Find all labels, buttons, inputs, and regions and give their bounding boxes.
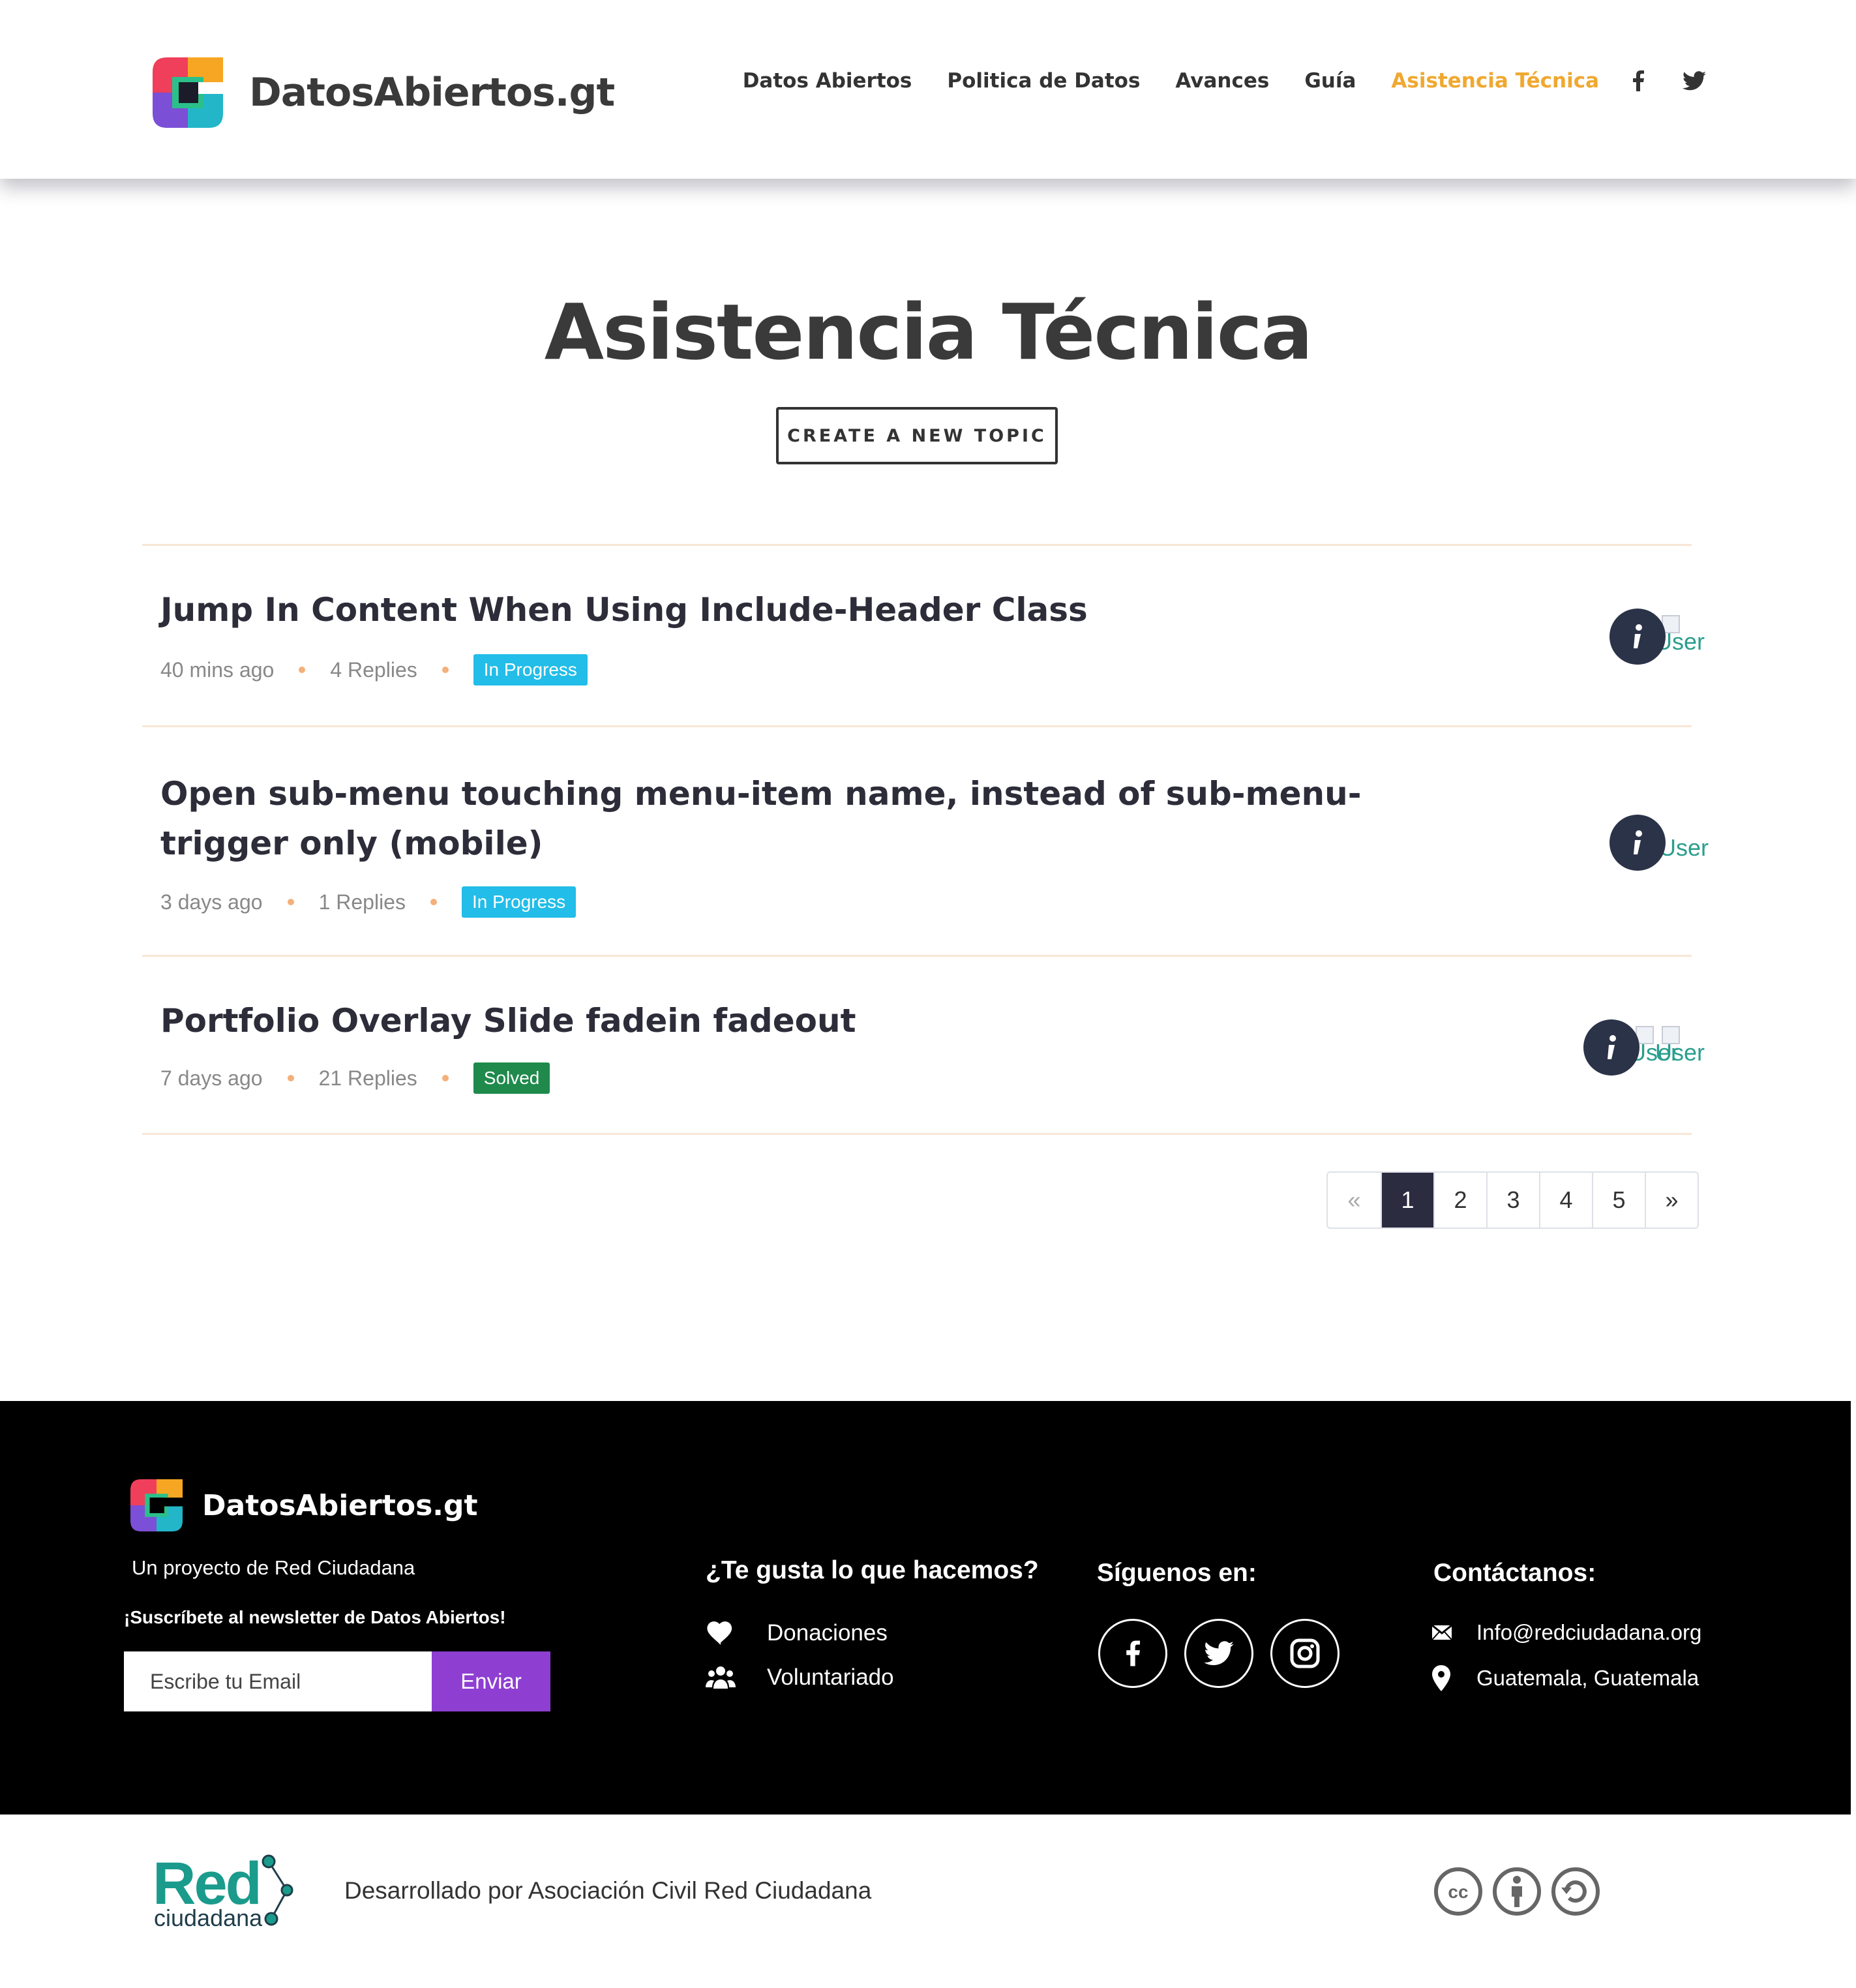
attribution-icon [1493,1867,1541,1916]
create-new-topic-button[interactable]: CREATE A NEW TOPIC [776,407,1058,464]
newsletter-submit-button[interactable]: Enviar [432,1651,550,1711]
license-badges[interactable]: cc [1433,1867,1609,1916]
users-icon [706,1663,736,1693]
topic-replies[interactable]: 4 Replies [330,658,417,682]
topic-meta: 3 days ago 1 Replies In Progress [160,886,576,918]
donaciones-link[interactable]: Donaciones [706,1611,894,1655]
topic-avatars: User [1609,609,1705,665]
like-links: Donaciones Voluntariado [706,1611,894,1700]
facebook-icon[interactable] [1625,68,1651,94]
meta-separator [430,899,437,905]
topic-title[interactable]: Open sub-menu touching menu-item name, i… [160,769,1399,868]
instagram-icon[interactable] [1270,1619,1340,1688]
topic-meta: 40 mins ago 4 Replies In Progress [160,654,588,685]
footer-social [1098,1619,1356,1688]
newsletter-label: ¡Suscríbete al newsletter de Datos Abier… [124,1607,506,1627]
info-avatar-icon[interactable] [1609,609,1666,665]
contact-location-label: Guatemala, Guatemala [1476,1666,1699,1690]
site-footer: DatosAbiertos.gt Un proyecto de Red Ciud… [0,1401,1851,1815]
twitter-icon[interactable] [1681,68,1707,94]
share-alike-icon [1551,1867,1600,1916]
nav-politica-de-datos[interactable]: Politica de Datos [947,69,1140,93]
footer-subtitle: Un proyecto de Red Ciudadana [132,1556,415,1579]
nav-guia[interactable]: Guía [1304,69,1356,93]
logo-text: DatosAbiertos.gt [249,70,615,115]
heart-icon [706,1618,736,1648]
nav-asistencia-tecnica[interactable]: Asistencia Técnica [1391,69,1599,93]
avatar-alt-text: User [1655,1039,1705,1066]
broken-avatar-image: User [1655,1026,1705,1066]
red-ciudadana-logo-sub: ciudadana [154,1905,263,1931]
topic-row: Jump In Content When Using Include-Heade… [142,544,1705,725]
contact-location: Guatemala, Guatemala [1432,1655,1701,1701]
pagination-page-5[interactable]: 5 [1592,1173,1645,1227]
voluntariado-label: Voluntariado [767,1664,894,1690]
main-nav: Datos Abiertos Politica de Datos Avances… [708,68,1707,94]
twitter-icon[interactable] [1184,1619,1253,1688]
info-avatar-icon[interactable] [1583,1019,1639,1076]
pagination: « 1 2 3 4 5 » [1326,1171,1699,1229]
topic-avatars: User User [1583,1019,1705,1076]
footer-logo[interactable]: DatosAbiertos.gt [130,1479,478,1531]
footer-logo-text: DatosAbiertos.gt [202,1488,478,1522]
pagination-page-3[interactable]: 3 [1486,1173,1539,1227]
envelope-icon [1432,1625,1458,1640]
topic-meta: 7 days ago 21 Replies Solved [160,1062,550,1094]
nav-datos-abiertos[interactable]: Datos Abiertos [743,69,912,93]
contact-list: Info@redciudadana.org Guatemala, Guatema… [1432,1610,1701,1701]
topic-title[interactable]: Jump In Content When Using Include-Heade… [160,585,1088,635]
developed-by-text: Desarrollado por Asociación Civil Red Ci… [344,1877,872,1904]
status-badge: In Progress [473,654,588,685]
page-title: Asistencia Técnica [544,287,1313,377]
network-nodes-icon [262,1854,293,1926]
pagination-next[interactable]: » [1645,1173,1698,1227]
newsletter-email-input[interactable] [124,1651,432,1711]
broken-avatar-image: User [1655,615,1705,655]
avatar-alt-text: User [1659,834,1709,861]
info-avatar-icon[interactable] [1609,815,1666,871]
meta-separator [299,667,306,673]
map-pin-icon [1432,1665,1458,1691]
newsletter-form: Enviar [124,1651,550,1711]
status-badge: In Progress [461,886,576,918]
meta-separator [442,667,449,673]
topic-row: Open sub-menu touching menu-item name, i… [142,725,1709,955]
donaciones-label: Donaciones [767,1620,888,1646]
pagination-page-2[interactable]: 2 [1433,1173,1486,1227]
topic-title[interactable]: Portfolio Overlay Slide fadein fadeout [160,996,856,1046]
svg-text:cc: cc [1448,1882,1468,1902]
contact-email[interactable]: Info@redciudadana.org [1432,1610,1701,1655]
red-ciudadana-logo[interactable]: Red ciudadana [153,1850,296,1932]
topic-time: 7 days ago [160,1066,263,1090]
bottom-bar: Red ciudadana Desarrollado por Asociació… [0,1815,1856,1988]
site-header: DatosAbiertos.gt Datos Abiertos Politica… [0,0,1856,179]
topic-list: Jump In Content When Using Include-Heade… [142,544,1709,1135]
datosabiertos-logo-icon [153,57,223,128]
topic-time: 3 days ago [160,890,263,914]
topic-avatars: User [1609,815,1709,871]
site-logo[interactable]: DatosAbiertos.gt [153,57,615,128]
voluntariado-link[interactable]: Voluntariado [706,1655,894,1700]
like-heading: ¿Te gusta lo que hacemos? [706,1556,1039,1584]
contact-email-label: Info@redciudadana.org [1476,1620,1702,1644]
contact-heading: Contáctanos: [1433,1559,1596,1587]
datosabiertos-logo-icon [130,1479,183,1531]
pagination-prev[interactable]: « [1328,1173,1381,1227]
broken-avatar-image: User [1659,828,1709,861]
meta-separator [287,1075,294,1081]
topic-replies[interactable]: 21 Replies [319,1066,417,1091]
pagination-page-1[interactable]: 1 [1381,1173,1433,1227]
cc-icon: cc [1434,1867,1482,1916]
topic-time: 40 mins ago [160,657,275,682]
nav-avances[interactable]: Avances [1175,69,1269,93]
facebook-icon[interactable] [1098,1619,1167,1688]
meta-separator [442,1075,449,1081]
follow-heading: Síguenos en: [1097,1559,1257,1587]
topic-row: Portfolio Overlay Slide fadein fadeout 7… [142,955,1705,1135]
meta-separator [287,899,294,905]
topic-replies[interactable]: 1 Replies [319,890,406,914]
pagination-page-4[interactable]: 4 [1539,1173,1592,1227]
status-badge: Solved [473,1062,550,1094]
